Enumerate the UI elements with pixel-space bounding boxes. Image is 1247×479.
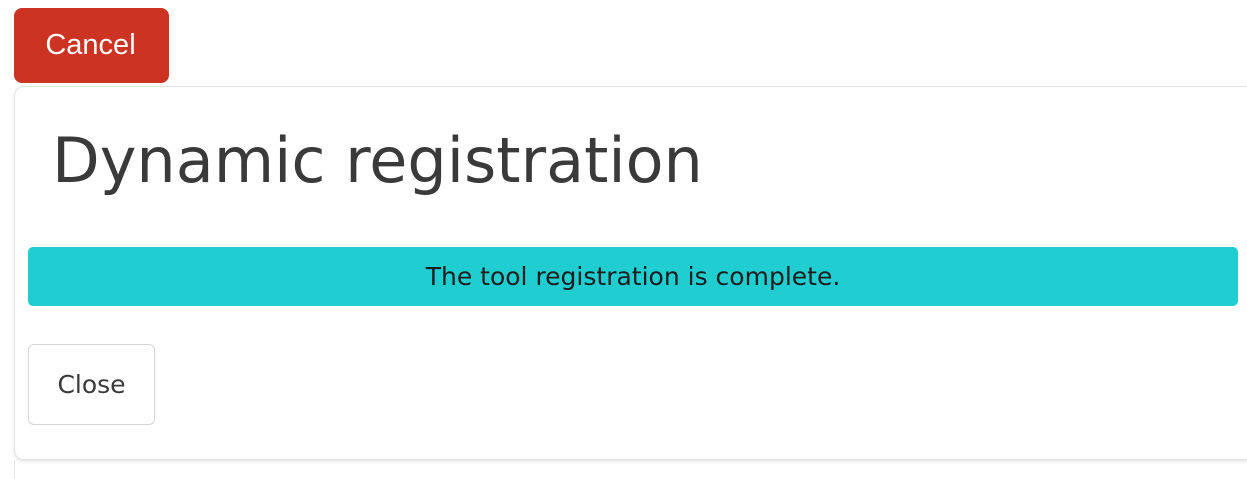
close-button[interactable]: Close xyxy=(28,344,155,425)
panel-edge-divider xyxy=(14,460,15,479)
registration-panel: Dynamic registration The tool registrati… xyxy=(14,86,1247,460)
page-title: Dynamic registration xyxy=(52,124,703,197)
cancel-button[interactable]: Cancel xyxy=(14,8,169,83)
page: Cancel Dynamic registration The tool reg… xyxy=(0,0,1247,479)
status-alert: The tool registration is complete. xyxy=(28,247,1238,306)
